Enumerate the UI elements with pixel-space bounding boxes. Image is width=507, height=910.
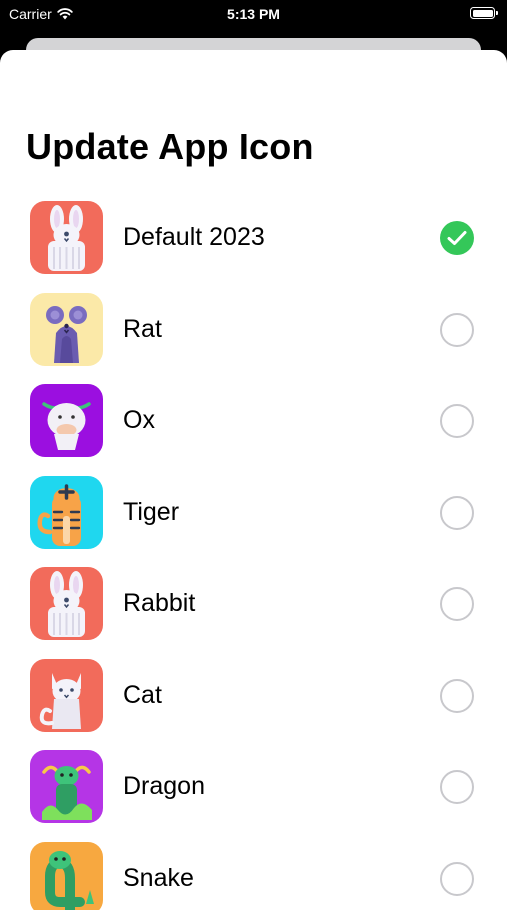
radio-button[interactable] <box>440 313 474 347</box>
option-label: Dragon <box>123 772 205 801</box>
icon-option-dragon[interactable]: Dragon <box>0 750 507 842</box>
icon-option-default-2023[interactable]: Default 2023 <box>0 201 507 293</box>
tiger-icon <box>30 476 103 549</box>
option-label: Default 2023 <box>123 223 265 252</box>
icon-option-rabbit[interactable]: Rabbit <box>0 567 507 659</box>
selected-checkmark-icon[interactable] <box>440 221 474 255</box>
dragon-icon <box>30 750 103 823</box>
option-label: Rat <box>123 315 162 344</box>
rat-icon <box>30 293 103 366</box>
radio-button[interactable] <box>440 496 474 530</box>
option-label: Rabbit <box>123 589 195 618</box>
battery-icon <box>470 7 495 19</box>
sheet-title: Update App Icon <box>26 126 314 168</box>
icon-option-rat[interactable]: Rat <box>0 293 507 385</box>
radio-button[interactable] <box>440 679 474 713</box>
option-label: Cat <box>123 681 162 710</box>
option-label: Snake <box>123 864 194 893</box>
radio-button[interactable] <box>440 862 474 896</box>
radio-button[interactable] <box>440 587 474 621</box>
status-bar: Carrier 5:13 PM <box>0 0 507 30</box>
ox-icon <box>30 384 103 457</box>
option-label: Ox <box>123 406 155 435</box>
icon-option-cat[interactable]: Cat <box>0 659 507 751</box>
rabbit-icon <box>30 567 103 640</box>
icon-option-tiger[interactable]: Tiger <box>0 476 507 568</box>
status-time: 5:13 PM <box>0 6 507 22</box>
icon-picker-sheet: Update App Icon Default 2023 Rat Ox Tige… <box>0 50 507 910</box>
rabbit-icon <box>30 201 103 274</box>
radio-button[interactable] <box>440 404 474 438</box>
icon-option-ox[interactable]: Ox <box>0 384 507 476</box>
radio-button[interactable] <box>440 770 474 804</box>
icon-options-list: Default 2023 Rat Ox Tiger Rabbit Cat <box>0 201 507 910</box>
option-label: Tiger <box>123 498 179 527</box>
cat-icon <box>30 659 103 732</box>
